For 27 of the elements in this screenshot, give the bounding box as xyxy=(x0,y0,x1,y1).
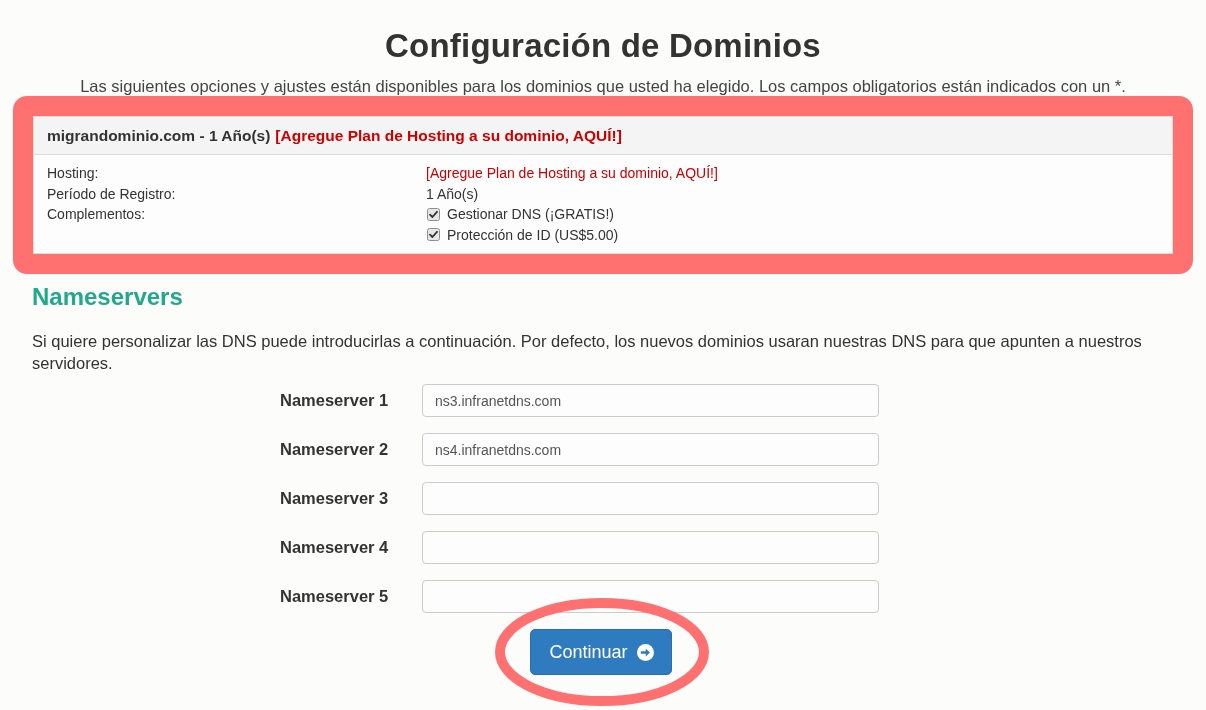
section-heading: Nameservers xyxy=(32,282,184,312)
detail-label: Hosting: xyxy=(47,164,100,183)
page-intro: Las siguientes opciones y ajustes están disponibles para los dominios que usted ha elegido. Los campos obligatorios están indicados con un *. xyxy=(79,77,1127,96)
nameserver-input[interactable] xyxy=(422,482,879,515)
detail-label: Período de Registro: xyxy=(47,184,177,204)
nameserver-input[interactable]: ns3.infranetdns.com xyxy=(422,384,879,417)
detail-label: Complementos: xyxy=(47,205,147,224)
checkbox-label: Protección de ID (US$5.00) xyxy=(447,225,619,245)
checkbox-label: Gestionar DNS (¡GRATIS!) xyxy=(447,205,614,224)
nameserver-label: Nameserver 3 xyxy=(280,489,390,508)
hosting-link[interactable]: [Agregue Plan de Hosting a su dominio, AQUÍ!] xyxy=(426,165,718,181)
nameserver-input[interactable] xyxy=(422,531,879,564)
nameserver-label: Nameserver 4 xyxy=(280,538,390,557)
nameserver-label: Nameserver 5 xyxy=(280,587,390,606)
hosting-link[interactable]: [Agregue Plan de Hosting a su dominio, AQUÍ!] xyxy=(275,126,622,145)
checkbox[interactable] xyxy=(427,207,440,221)
nameserver-input[interactable] xyxy=(422,580,879,613)
page-title: Configuración de Dominios xyxy=(384,26,822,66)
nameserver-label: Nameserver 1 xyxy=(280,391,390,410)
nameserver-input[interactable]: ns4.infranetdns.com xyxy=(422,433,879,466)
domain-name: migrandominio.com - 1 Año(s) xyxy=(47,126,271,145)
nameserver-label: Nameserver 2 xyxy=(280,440,390,459)
checkbox[interactable] xyxy=(427,228,440,242)
nameservers-description: Si quiere personalizar las DNS puede introducirlas a continuación. Por defecto, los nuevos dominios usaran nuestras DNS para que apunten a nuestros servidores. xyxy=(32,331,1143,374)
continue-button[interactable]: Continuar xyxy=(530,629,672,675)
detail-value: 1 Año(s) xyxy=(426,184,480,204)
arrow-circle-icon xyxy=(636,643,654,661)
